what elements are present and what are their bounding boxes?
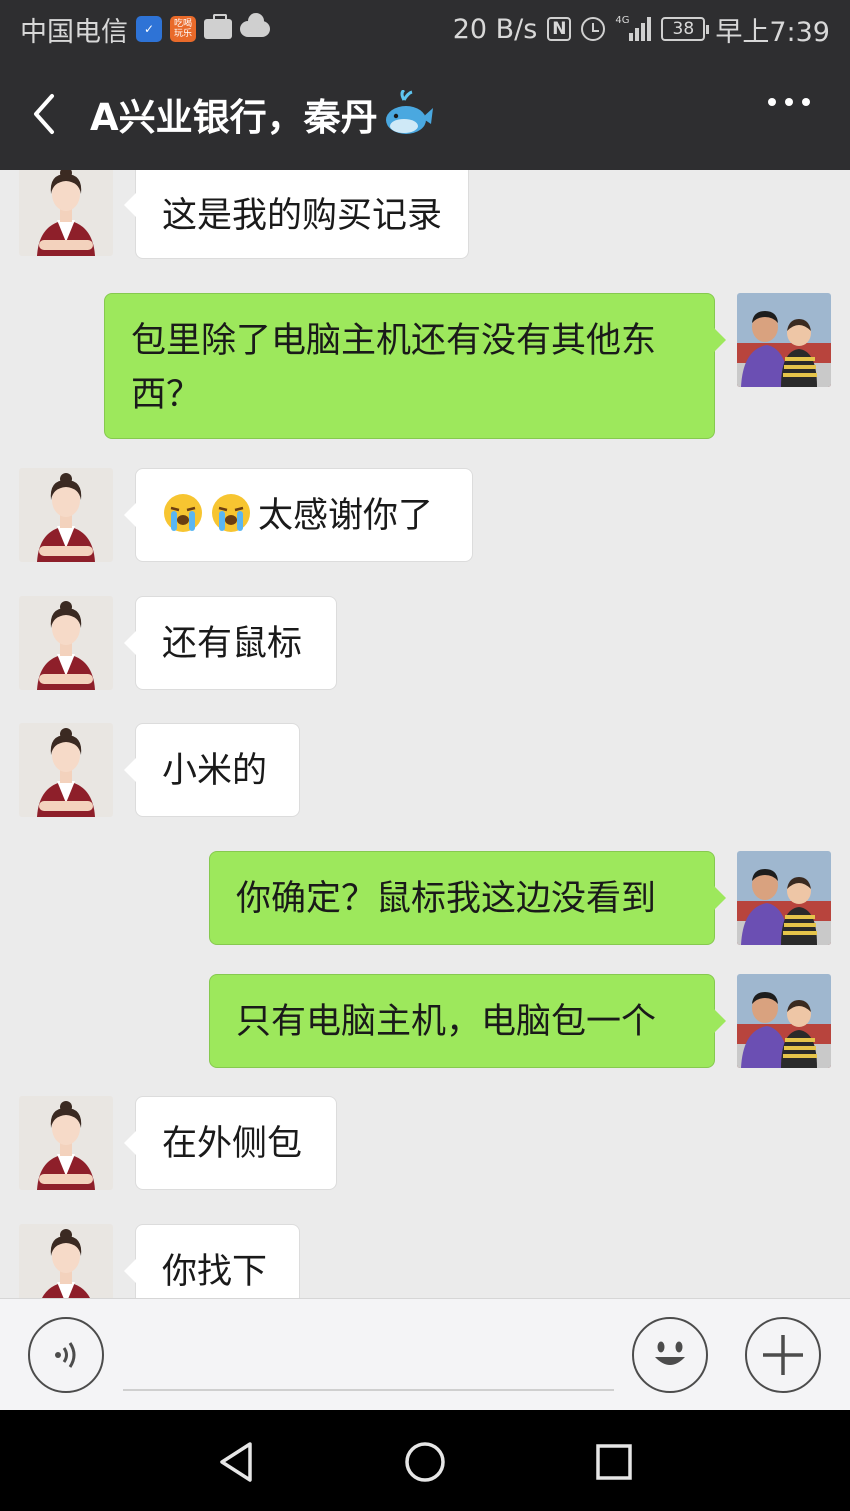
back-button[interactable]: [0, 58, 90, 170]
system-nav-bar: [0, 1410, 850, 1511]
message-bubble-received[interactable]: 在外侧包: [124, 1096, 337, 1190]
contact-photo-icon: [19, 468, 113, 562]
chat-title: A兴业银行，秦丹: [90, 87, 434, 141]
contact-avatar[interactable]: [19, 596, 113, 690]
nav-recents-button[interactable]: [592, 1440, 636, 1484]
more-dots-icon: [768, 98, 776, 106]
voice-button[interactable]: [28, 1317, 104, 1393]
contact-photo-icon: [19, 1096, 113, 1190]
contact-photo-icon: [19, 170, 113, 256]
more-functions-button[interactable]: [745, 1317, 821, 1393]
clock: 早上7:39: [715, 16, 830, 48]
contact-photo-icon: [19, 1224, 113, 1298]
contact-avatar[interactable]: [19, 468, 113, 562]
message-bubble-received[interactable]: 小米的: [124, 723, 300, 817]
user-avatar[interactable]: [737, 851, 831, 945]
voice-icon: [55, 1342, 76, 1368]
signal-icon: 4G: [615, 15, 652, 41]
user-photo-icon: [737, 974, 831, 1068]
message-list[interactable]: 这是我的购买记录 包里除了电脑主机还有没有其他东西？ 太感谢你了 还有鼠标 小米…: [0, 170, 850, 1298]
crying-face-icon: [164, 494, 202, 532]
contact-avatar[interactable]: [19, 1096, 113, 1190]
contact-avatar[interactable]: [19, 1224, 113, 1298]
briefcase-icon: [204, 14, 232, 39]
message-bubble-sent[interactable]: 你确定？鼠标我这边没看到: [209, 851, 726, 945]
message-bubble-received[interactable]: 这是我的购买记录: [123, 170, 470, 259]
user-photo-icon: [737, 851, 831, 945]
battery-icon: 38: [661, 17, 710, 41]
alarm-icon: [581, 17, 606, 41]
cloud-icon: [240, 13, 270, 37]
message-bubble-received[interactable]: 你找下: [124, 1224, 300, 1298]
contact-avatar[interactable]: [19, 170, 113, 256]
carrier-name: 中国电信: [20, 16, 128, 48]
user-photo-icon: [737, 293, 831, 387]
chevron-left-icon: [34, 94, 54, 134]
contact-avatar[interactable]: [19, 723, 113, 817]
smiley-icon: [655, 1341, 685, 1365]
circle-home-icon: [405, 1442, 445, 1482]
user-avatar[interactable]: [737, 293, 831, 387]
user-avatar[interactable]: [737, 974, 831, 1068]
nav-back-button[interactable]: [214, 1440, 258, 1484]
message-bubble-sent[interactable]: 只有电脑主机，电脑包一个: [209, 974, 726, 1068]
crying-face-icon: [212, 494, 250, 532]
message-bubble-sent[interactable]: 包里除了电脑主机还有没有其他东西？: [104, 293, 726, 439]
app-badge-icon: 吃喝玩乐: [170, 16, 196, 42]
network-speed: 20 B/s: [452, 13, 538, 45]
chat-title-text: A兴业银行，秦丹: [90, 96, 378, 139]
contact-photo-icon: [19, 723, 113, 817]
chat-header: A兴业银行，秦丹: [0, 58, 850, 170]
message-bubble-received[interactable]: 太感谢你了: [124, 468, 473, 562]
square-recents-icon: [596, 1444, 632, 1480]
contact-photo-icon: [19, 596, 113, 690]
nfc-icon: N: [547, 17, 572, 41]
whale-icon: [385, 90, 433, 134]
nav-home-button[interactable]: [403, 1440, 447, 1484]
status-bar: 中国电信 ✓ 吃喝玩乐 20 B/s N 4G 38 早上7:39: [0, 0, 850, 58]
plus-icon: [763, 1335, 803, 1375]
more-button[interactable]: [768, 98, 810, 106]
shield-icon: ✓: [136, 16, 162, 42]
input-bar: [0, 1298, 850, 1410]
message-input[interactable]: [123, 1329, 614, 1391]
emoji-button[interactable]: [632, 1317, 708, 1393]
message-bubble-received[interactable]: 还有鼠标: [124, 596, 337, 690]
triangle-back-icon: [220, 1442, 252, 1482]
